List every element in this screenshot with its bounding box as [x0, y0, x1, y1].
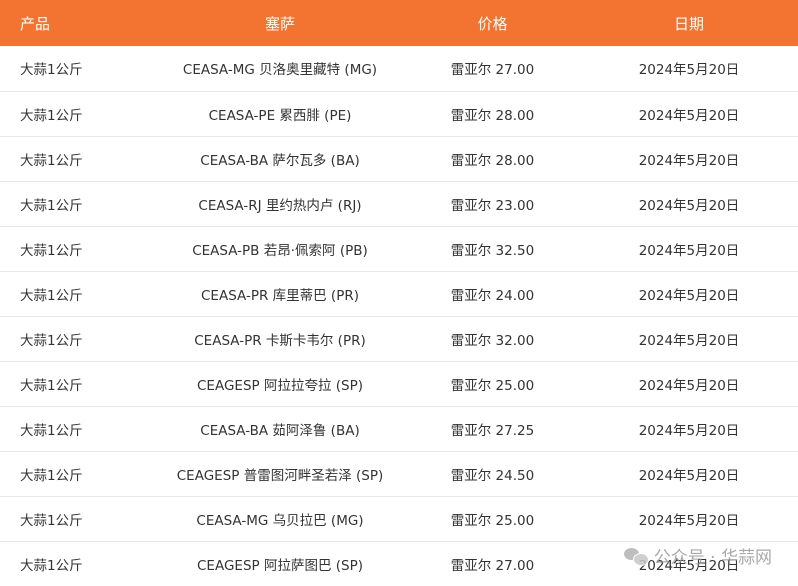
cell-product: 大蒜1公斤	[20, 152, 83, 169]
header-price: 价格	[477, 14, 508, 33]
header-product: 产品	[20, 14, 51, 33]
table-row: 大蒜1公斤 CEASA-BA 萨尔瓦多 (BA) 雷亚尔 28.00 2024年…	[0, 136, 798, 181]
cell-date: 2024年5月20日	[638, 377, 740, 394]
cell-product: 大蒜1公斤	[20, 557, 83, 574]
cell-product: 大蒜1公斤	[20, 197, 83, 214]
cell-date: 2024年5月20日	[638, 62, 740, 79]
table-row: 大蒜1公斤 CEASA-BA 茹阿泽鲁 (BA) 雷亚尔 27.25 2024年…	[0, 406, 798, 451]
cell-product: 大蒜1公斤	[20, 287, 83, 304]
cell-date: 2024年5月20日	[638, 107, 740, 124]
cell-market: CEAGESP 普雷图河畔圣若泽 (SP)	[176, 467, 384, 484]
table-row: 大蒜1公斤 CEASA-PR 库里蒂巴 (PR) 雷亚尔 24.00 2024年…	[0, 271, 798, 316]
cell-price: 雷亚尔 27.00	[450, 557, 535, 574]
table-row: 大蒜1公斤 CEASA-PE 累西腓 (PE) 雷亚尔 28.00 2024年5…	[0, 91, 798, 136]
cell-date: 2024年5月20日	[638, 287, 740, 304]
cell-product: 大蒜1公斤	[20, 332, 83, 349]
cell-date: 2024年5月20日	[638, 422, 740, 439]
cell-price: 雷亚尔 24.00	[450, 287, 535, 304]
table-row: 大蒜1公斤 CEAGESP 阿拉拉夸拉 (SP) 雷亚尔 25.00 2024年…	[0, 361, 798, 406]
table-row: 大蒜1公斤 CEASA-PB 若昂·佩索阿 (PB) 雷亚尔 32.50 202…	[0, 226, 798, 271]
cell-product: 大蒜1公斤	[20, 467, 83, 484]
table-row: 大蒜1公斤 CEASA-PR 卡斯卡韦尔 (PR) 雷亚尔 32.00 2024…	[0, 316, 798, 361]
cell-market: CEASA-RJ 里约热内卢 (RJ)	[198, 197, 362, 214]
cell-product: 大蒜1公斤	[20, 242, 83, 259]
cell-date: 2024年5月20日	[638, 242, 740, 259]
cell-price: 雷亚尔 23.00	[450, 197, 535, 214]
table-row: 大蒜1公斤 CEASA-MG 乌贝拉巴 (MG) 雷亚尔 25.00 2024年…	[0, 496, 798, 541]
table-row: 大蒜1公斤 CEAGESP 普雷图河畔圣若泽 (SP) 雷亚尔 24.50 20…	[0, 451, 798, 496]
cell-price: 雷亚尔 24.50	[450, 467, 535, 484]
wechat-icon	[623, 546, 649, 566]
cell-date: 2024年5月20日	[638, 512, 740, 529]
cell-date: 2024年5月20日	[638, 152, 740, 169]
cell-price: 雷亚尔 27.00	[450, 62, 535, 79]
cell-product: 大蒜1公斤	[20, 422, 83, 439]
cell-product: 大蒜1公斤	[20, 107, 83, 124]
cell-market: CEASA-PR 卡斯卡韦尔 (PR)	[194, 332, 366, 349]
cell-market: CEASA-BA 萨尔瓦多 (BA)	[200, 152, 360, 169]
cell-market: CEASA-PR 库里蒂巴 (PR)	[201, 287, 359, 304]
cell-market: CEASA-PB 若昂·佩索阿 (PB)	[192, 242, 368, 259]
price-table-page: 产品 塞萨 价格 日期 大蒜1公斤 CEASA-MG 贝洛奥里藏特 (MG) 雷…	[0, 0, 798, 586]
watermark: 公众号 · 华蒜网	[623, 543, 772, 568]
cell-product: 大蒜1公斤	[20, 62, 83, 79]
cell-product: 大蒜1公斤	[20, 377, 83, 394]
table-row: 大蒜1公斤 CEASA-MG 贝洛奥里藏特 (MG) 雷亚尔 27.00 202…	[0, 46, 798, 91]
cell-market: CEAGESP 阿拉萨图巴 (SP)	[197, 557, 363, 574]
table-header-row: 产品 塞萨 价格 日期	[0, 0, 798, 46]
watermark-text: 公众号 · 华蒜网	[653, 548, 772, 568]
cell-market: CEASA-PE 累西腓 (PE)	[208, 107, 352, 124]
cell-price: 雷亚尔 25.00	[450, 512, 535, 529]
cell-product: 大蒜1公斤	[20, 512, 83, 529]
cell-market: CEASA-MG 贝洛奥里藏特 (MG)	[182, 62, 378, 79]
cell-price: 雷亚尔 32.50	[450, 242, 535, 259]
cell-date: 2024年5月20日	[638, 467, 740, 484]
cell-price: 雷亚尔 25.00	[450, 377, 535, 394]
header-date: 日期	[673, 14, 704, 33]
header-market: 塞萨	[264, 14, 295, 33]
cell-price: 雷亚尔 32.00	[450, 332, 535, 349]
cell-market: CEAGESP 阿拉拉夸拉 (SP)	[197, 377, 363, 394]
price-table: 产品 塞萨 价格 日期 大蒜1公斤 CEASA-MG 贝洛奥里藏特 (MG) 雷…	[0, 0, 798, 586]
cell-date: 2024年5月20日	[638, 332, 740, 349]
table-row: 大蒜1公斤 CEASA-RJ 里约热内卢 (RJ) 雷亚尔 23.00 2024…	[0, 181, 798, 226]
cell-market: CEASA-BA 茹阿泽鲁 (BA)	[200, 422, 360, 439]
cell-date: 2024年5月20日	[638, 197, 740, 214]
cell-market: CEASA-MG 乌贝拉巴 (MG)	[196, 512, 364, 529]
cell-price: 雷亚尔 28.00	[450, 152, 535, 169]
cell-price: 雷亚尔 27.25	[450, 422, 535, 439]
cell-price: 雷亚尔 28.00	[450, 107, 535, 124]
